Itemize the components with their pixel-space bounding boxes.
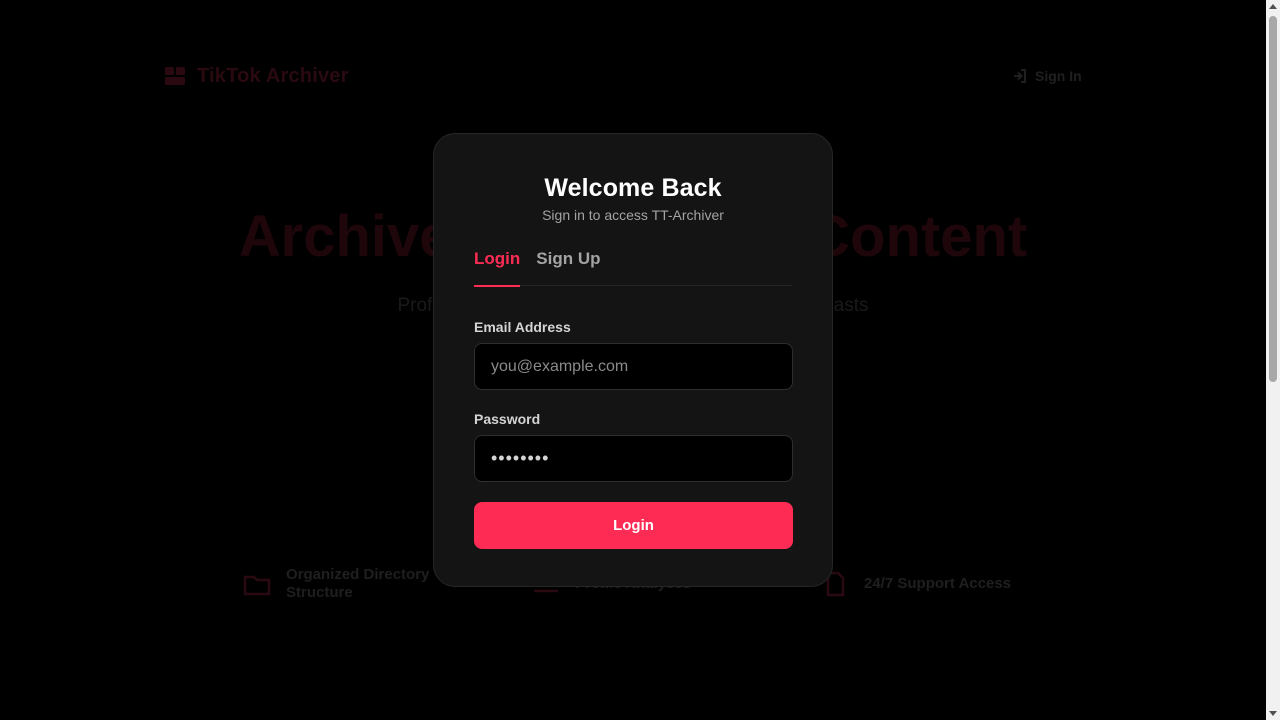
- logo-icon: [165, 67, 185, 85]
- tab-sign-up[interactable]: Sign Up: [536, 247, 600, 286]
- nav-sign-in-label: Sign In: [1035, 68, 1082, 84]
- brand-name: TikTok Archiver: [197, 64, 349, 87]
- feature-label: Organized Directory: [286, 566, 430, 583]
- page-scrollbar[interactable]: [1266, 0, 1280, 720]
- email-field[interactable]: [474, 343, 793, 390]
- feature-item-directory: Organized Directory Structure: [242, 566, 429, 602]
- modal-title: Welcome Back: [544, 174, 722, 202]
- password-label: Password: [474, 411, 541, 427]
- nav-sign-in-link[interactable]: Sign In: [1012, 68, 1082, 84]
- tab-login[interactable]: Login: [474, 247, 521, 287]
- scrollbar-thumb[interactable]: [1269, 16, 1277, 382]
- sign-in-icon: [1014, 69, 1026, 83]
- folder-icon: [243, 575, 271, 596]
- scroll-up-arrow-icon[interactable]: [1269, 4, 1277, 9]
- feature-item-support: 24/7 Support Access: [820, 569, 1011, 599]
- login-modal: Welcome Back Sign in to access TT-Archiv…: [433, 133, 833, 587]
- auth-tabs: Login Sign Up: [474, 247, 792, 287]
- email-label: Email Address: [474, 319, 571, 335]
- scroll-down-arrow-icon[interactable]: [1269, 711, 1277, 716]
- feature-label-line2: Structure: [286, 584, 353, 601]
- feature-label: 24/7 Support Access: [864, 575, 1012, 592]
- login-button[interactable]: Login: [474, 502, 793, 549]
- modal-subtitle: Sign in to access TT-Archiver: [542, 207, 724, 223]
- password-field[interactable]: [474, 435, 793, 482]
- brand-logo[interactable]: TikTok Archiver: [163, 64, 349, 88]
